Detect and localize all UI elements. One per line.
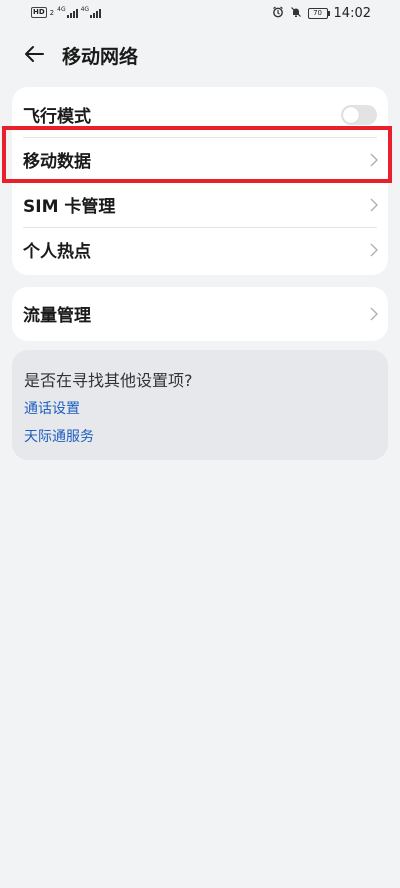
chevron-right-icon xyxy=(370,307,378,320)
chevron-right-icon xyxy=(370,198,378,211)
battery-icon: 70 xyxy=(307,8,330,19)
call-settings-link[interactable]: 通话设置 xyxy=(24,398,80,418)
status-bar-right: 70 14:02 xyxy=(272,6,371,21)
sim-management-label: SIM 卡管理 xyxy=(23,197,116,217)
mute-bell-icon xyxy=(290,6,302,21)
hd-badge: HD xyxy=(31,7,47,18)
status-bar: HD 2 4G 4G 70 14:02 xyxy=(0,0,400,28)
airplane-mode-label: 飞行模式 xyxy=(23,107,91,127)
back-button[interactable] xyxy=(20,40,48,68)
hotspot-label: 个人热点 xyxy=(23,242,91,262)
network-type-label-2: 4G xyxy=(80,6,90,13)
back-arrow-icon xyxy=(25,46,44,62)
hotspot-row[interactable]: 个人热点 xyxy=(12,227,388,272)
settings-card-traffic: 流量管理 xyxy=(12,287,388,341)
title-bar: 移动网络 xyxy=(0,36,400,72)
traffic-management-row[interactable]: 流量管理 xyxy=(12,291,388,336)
signal-icon-2: 4G xyxy=(80,6,102,18)
mobile-data-row[interactable]: 移动数据 xyxy=(12,137,388,182)
sim-management-row[interactable]: SIM 卡管理 xyxy=(12,182,388,227)
chevron-right-icon xyxy=(370,243,378,256)
skytone-service-link[interactable]: 天际通服务 xyxy=(24,426,94,446)
chevron-right-icon xyxy=(370,153,378,166)
page-title: 移动网络 xyxy=(62,46,139,68)
traffic-management-label: 流量管理 xyxy=(23,306,91,326)
status-bar-left: HD 2 4G 4G xyxy=(31,6,102,18)
alarm-icon xyxy=(272,6,284,21)
mobile-data-label: 移动数据 xyxy=(23,152,91,172)
settings-card-main: 飞行模式 移动数据 SIM 卡管理 个人热点 xyxy=(12,87,388,275)
airplane-mode-toggle[interactable] xyxy=(341,104,377,125)
signal-icon: 4G xyxy=(57,6,78,18)
sim-slot-label: 2 xyxy=(49,8,55,17)
clock: 14:02 xyxy=(333,6,371,21)
airplane-mode-row[interactable]: 飞行模式 xyxy=(12,92,388,137)
search-suggestions-title: 是否在寻找其他设置项? xyxy=(24,371,193,390)
search-suggestions-card: 是否在寻找其他设置项? 通话设置 天际通服务 xyxy=(12,350,388,460)
toggle-knob xyxy=(343,106,359,123)
network-type-label: 4G xyxy=(57,6,66,13)
